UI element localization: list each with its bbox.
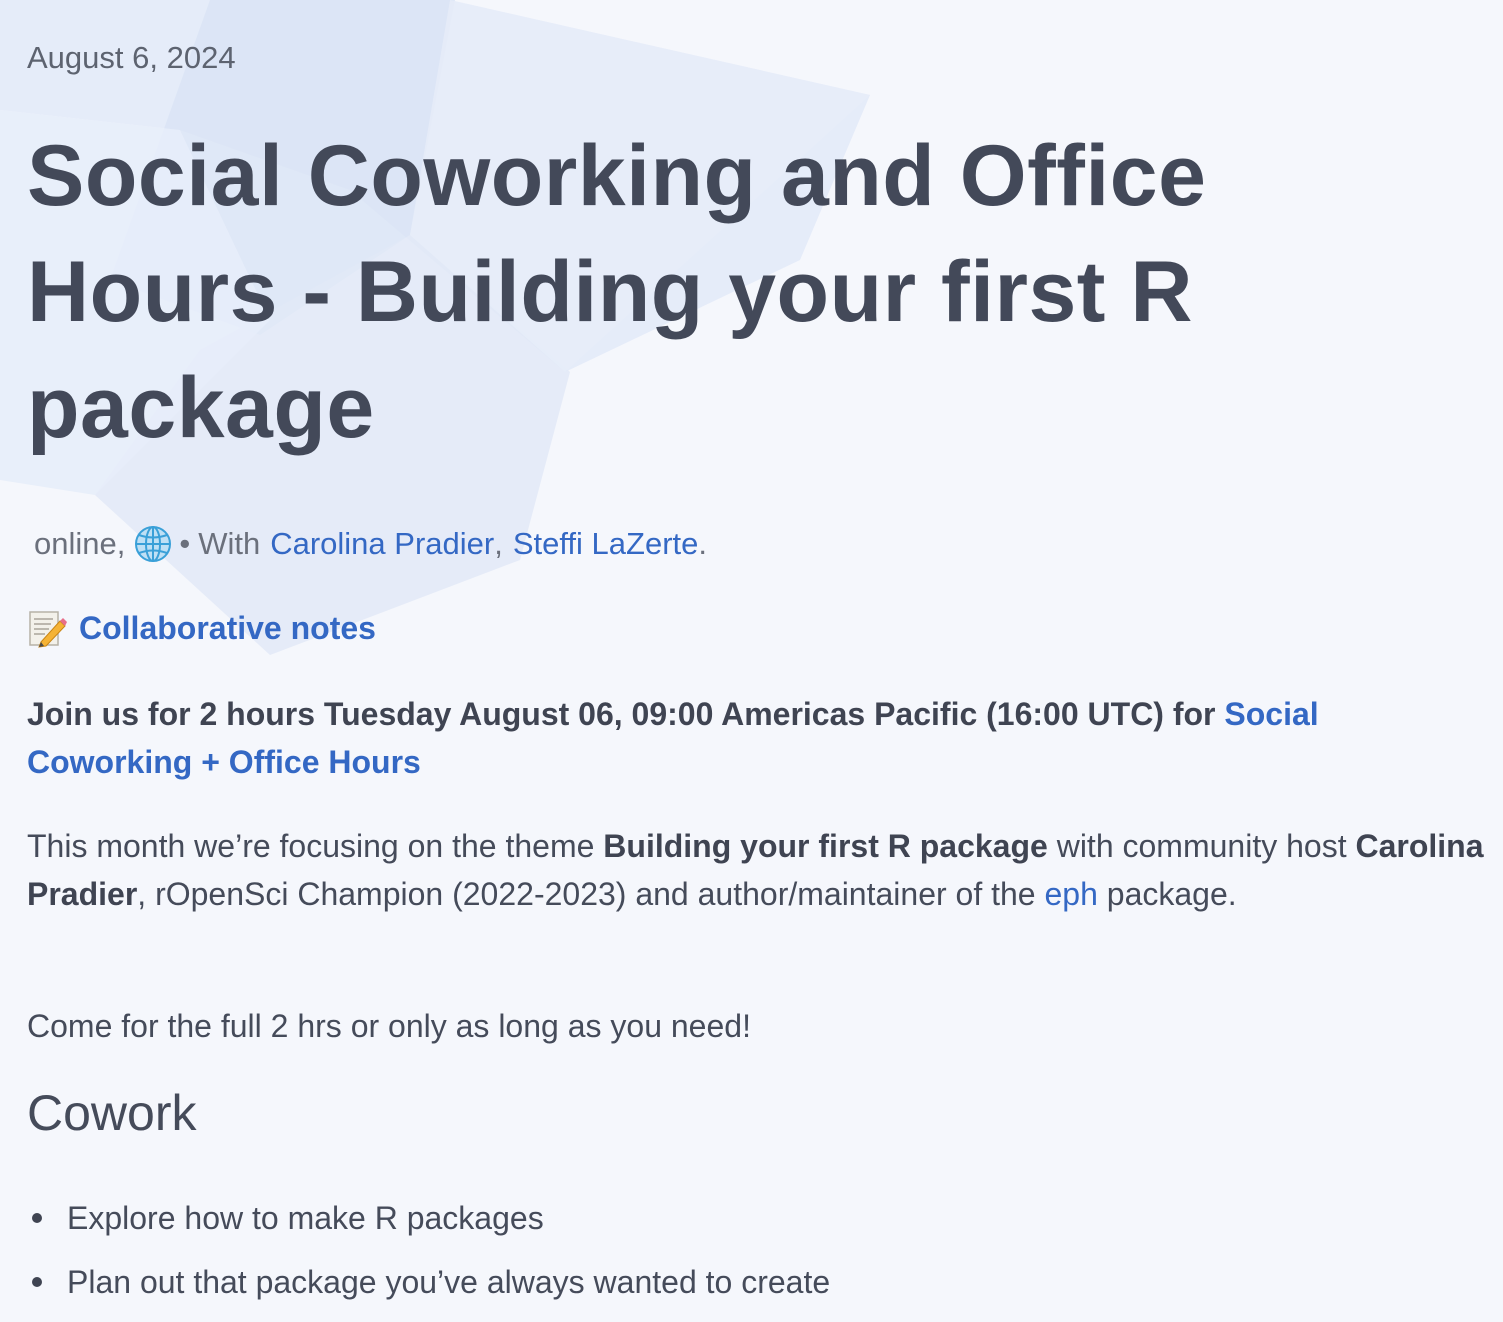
collaborative-notes-link[interactable]: Collaborative notes (79, 610, 376, 647)
theme-name: Building your first R package (603, 828, 1048, 864)
cowork-heading: Cowork (27, 1085, 197, 1141)
list-item-text: Plan out that package you’ve always want… (67, 1264, 831, 1300)
host-link-carolina[interactable]: Carolina Pradier (270, 526, 494, 562)
cowork-list: Explore how to make R packages Plan out … (27, 1194, 830, 1322)
come-text: Come for the full 2 hrs or only as long … (27, 1008, 751, 1044)
join-text-body: Join us for 2 hours Tuesday August 06, 0… (27, 696, 1225, 732)
eph-package-link[interactable]: eph (1044, 876, 1097, 912)
location-text: online, (34, 526, 126, 561)
list-item: Plan out that package you’ve always want… (27, 1258, 830, 1322)
bullet-icon (32, 1277, 42, 1287)
join-text: Join us for 2 hours Tuesday August 06, 0… (27, 690, 1467, 786)
description-text: with community host (1047, 828, 1356, 864)
host-comma: , (494, 526, 503, 561)
list-item: Explore how to make R packages (27, 1194, 830, 1258)
description-text: package. (1097, 876, 1237, 912)
with-label: With (198, 526, 261, 561)
list-item-text: Explore how to make R packages (67, 1200, 544, 1236)
event-date: August 6, 2024 (27, 40, 236, 75)
globe-icon (133, 524, 173, 564)
bullet-icon (32, 1213, 42, 1223)
host-link-steffi[interactable]: Steffi LaZerte (513, 526, 699, 562)
description-text: This month we’re focusing on the theme (27, 828, 604, 864)
page-title: Social Coworking and Office Hours - Buil… (27, 128, 1207, 456)
event-meta: online, • With Carolina Pradier , Steffi… (34, 524, 707, 564)
event-description: This month we’re focusing on the theme B… (27, 822, 1487, 918)
memo-icon (27, 608, 67, 648)
meta-period: . (698, 526, 707, 561)
meta-separator: • (179, 526, 191, 561)
description-text: , rOpenSci Champion (2022-2023) and auth… (137, 876, 1045, 912)
collaborative-notes: Collaborative notes (27, 608, 376, 648)
